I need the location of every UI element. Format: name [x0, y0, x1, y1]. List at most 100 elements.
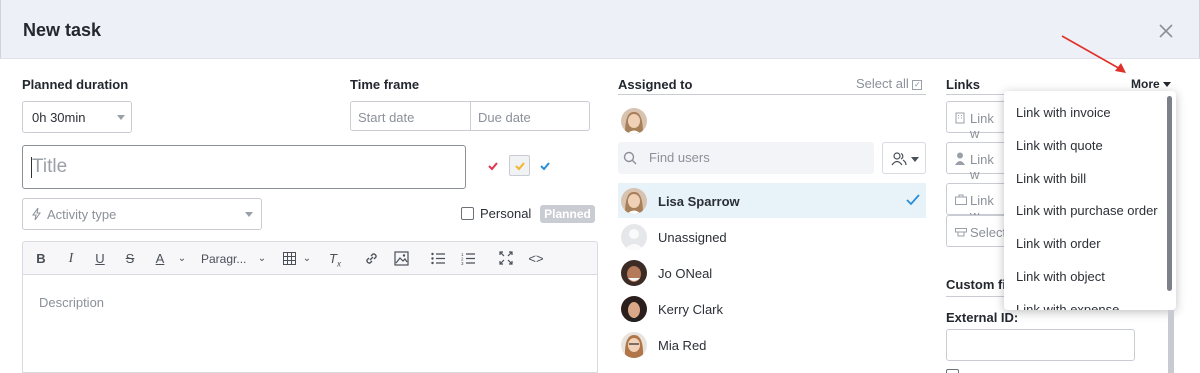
- code-view-icon[interactable]: <>: [528, 250, 544, 268]
- avatar: [621, 296, 647, 322]
- custom-fields-divider: [946, 296, 1006, 297]
- menu-item-link-order[interactable]: Link with order: [1016, 236, 1101, 251]
- more-links-dropdown: Link with invoice Link with quote Link w…: [1004, 91, 1176, 310]
- planned-duration-select[interactable]: 0h 30min: [22, 101, 132, 133]
- table-icon[interactable]: [283, 252, 296, 265]
- dropdown-scrollbar[interactable]: [1167, 96, 1172, 291]
- due-date-placeholder: Due date: [478, 110, 531, 125]
- numbered-list-icon[interactable]: 1 2 3: [461, 252, 475, 265]
- assigned-to-label: Assigned to: [618, 77, 693, 92]
- menu-item-link-purchase-order[interactable]: Link with purchase order: [1016, 203, 1158, 218]
- avatar-placeholder: [621, 224, 647, 250]
- red-check-icon[interactable]: [487, 160, 499, 172]
- menu-item-link-expense[interactable]: Link with expense: [1016, 302, 1119, 310]
- search-icon: [623, 151, 637, 165]
- yellow-check-icon: [515, 162, 525, 171]
- user-name: Lisa Sparrow: [658, 194, 740, 209]
- title-input[interactable]: Title: [22, 145, 466, 189]
- chevron-down-icon[interactable]: ⌄: [301, 250, 313, 268]
- planned-badge[interactable]: Planned: [540, 205, 595, 223]
- start-date-placeholder: Start date: [358, 110, 415, 125]
- dialog-header: New task: [0, 0, 1200, 59]
- more-button[interactable]: More: [1131, 77, 1172, 91]
- link-invoice-field[interactable]: Link w: [946, 101, 1006, 141]
- chevron-down-icon: [117, 115, 125, 120]
- chevron-down-icon: [1163, 82, 1172, 88]
- editor-toolbar: B I U S A ⌄ Paragr... ⌄ ⌄ Tx 1 2 3 <>: [22, 241, 598, 275]
- italic-icon[interactable]: I: [63, 250, 79, 268]
- select-all-checkbox[interactable]: ✓: [912, 79, 923, 90]
- user-name: Jo ONeal: [658, 266, 713, 281]
- image-icon[interactable]: [394, 251, 409, 266]
- avatar[interactable]: [621, 108, 647, 134]
- briefcase-icon: [955, 194, 967, 205]
- more-label: More: [1131, 77, 1160, 91]
- external-id-input[interactable]: [946, 329, 1135, 361]
- user-name: Mia Red: [658, 338, 707, 353]
- font-color-icon[interactable]: A: [152, 250, 168, 268]
- activity-type-select[interactable]: Activity type: [22, 198, 262, 230]
- menu-item-link-object[interactable]: Link with object: [1016, 269, 1105, 284]
- planned-duration-value: 0h 30min: [32, 110, 86, 125]
- select-all-label: Select all: [856, 76, 909, 91]
- lightning-icon: [32, 208, 41, 220]
- users-icon: [891, 152, 907, 166]
- links-label: Links: [946, 77, 980, 92]
- planned-duration-label: Planned duration: [22, 77, 129, 92]
- link-field-placeholder: Link w: [970, 152, 994, 182]
- find-users-input[interactable]: Find users: [618, 142, 874, 174]
- custom-fields-label: Custom fi: [946, 277, 1006, 292]
- title-placeholder: Title: [32, 156, 68, 177]
- annotation-arrow-icon: [1061, 35, 1126, 73]
- user-row[interactable]: Unassigned: [618, 219, 926, 254]
- chevron-down-icon: [245, 212, 253, 217]
- avatar: [621, 188, 647, 214]
- find-users-placeholder: Find users: [649, 150, 710, 165]
- link-select-field[interactable]: Select: [946, 215, 1006, 247]
- link-project-field[interactable]: Link w: [946, 183, 1006, 223]
- menu-item-link-bill[interactable]: Link with bill: [1016, 171, 1086, 186]
- start-date-input[interactable]: Start date: [350, 101, 471, 131]
- user-name: Kerry Clark: [658, 302, 724, 317]
- clear-format-icon[interactable]: Tx: [327, 250, 343, 269]
- time-frame-label: Time frame: [350, 77, 420, 92]
- link-contact-field[interactable]: Link w: [946, 142, 1006, 182]
- user-row[interactable]: Kerry Clark: [618, 291, 926, 326]
- tag-icon: [955, 228, 967, 237]
- strikethrough-icon[interactable]: S: [122, 250, 138, 268]
- page-scrollbar[interactable]: [1168, 310, 1174, 373]
- fullscreen-icon[interactable]: [499, 251, 513, 265]
- avatar: [621, 332, 647, 358]
- personal-label: Personal: [480, 206, 532, 221]
- check-icon: [906, 194, 920, 206]
- yellow-check-button[interactable]: [509, 155, 530, 176]
- svg-text:3: 3: [461, 261, 464, 265]
- link-field-placeholder: Select: [970, 225, 1007, 240]
- chevron-down-icon[interactable]: ⌄: [256, 250, 268, 268]
- chevron-down-icon[interactable]: ⌄: [176, 250, 188, 268]
- description-placeholder: Description: [39, 295, 105, 310]
- select-all-button[interactable]: Select all ✓: [856, 76, 923, 91]
- external-id-label: External ID:: [946, 310, 1019, 325]
- underline-icon[interactable]: U: [92, 250, 108, 268]
- link-icon[interactable]: [364, 251, 379, 266]
- person-icon: [955, 152, 965, 165]
- assigned-divider: [618, 94, 926, 95]
- blue-check-icon[interactable]: [539, 160, 551, 172]
- dialog-title: New task: [23, 20, 102, 40]
- user-row[interactable]: Jo ONeal: [618, 255, 926, 290]
- menu-item-link-quote[interactable]: Link with quote: [1016, 138, 1103, 153]
- user-group-filter-button[interactable]: [882, 142, 926, 174]
- user-row[interactable]: Mia Red: [618, 327, 926, 362]
- bold-icon[interactable]: B: [33, 250, 49, 268]
- description-editor[interactable]: Description: [22, 275, 598, 373]
- personal-checkbox[interactable]: [461, 207, 474, 220]
- paragraph-format-select[interactable]: Paragr...: [201, 250, 251, 268]
- custom-field-checkbox[interactable]: [946, 369, 959, 373]
- menu-item-link-invoice[interactable]: Link with invoice: [1016, 105, 1111, 120]
- building-icon: [955, 112, 965, 124]
- due-date-input[interactable]: Due date: [470, 101, 590, 131]
- bullet-list-icon[interactable]: [431, 252, 445, 265]
- close-icon[interactable]: [1158, 23, 1174, 39]
- user-row[interactable]: Lisa Sparrow: [618, 183, 926, 218]
